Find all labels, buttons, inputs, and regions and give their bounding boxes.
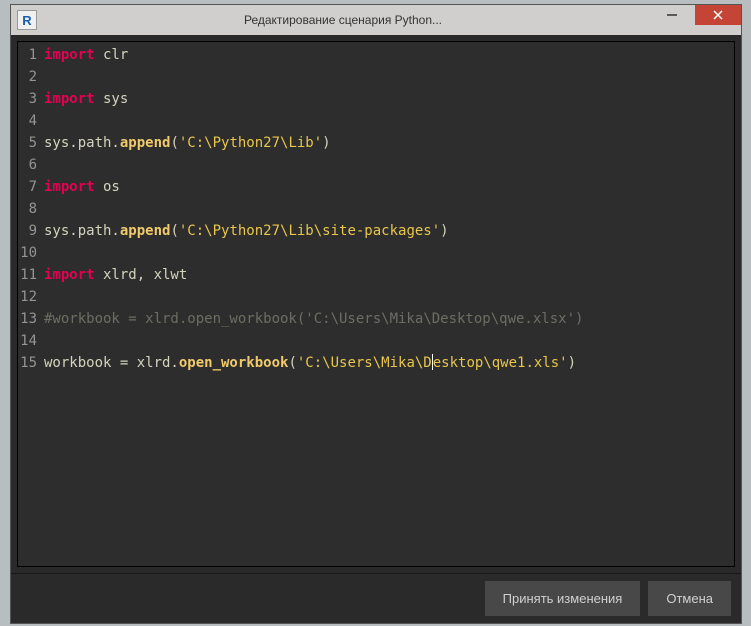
code-line[interactable]: import clr — [44, 44, 734, 66]
line-number: 9 — [18, 220, 40, 242]
app-icon: R — [17, 10, 37, 30]
code-line[interactable] — [44, 66, 734, 88]
code-line[interactable]: #workbook = xlrd.open_workbook('C:\Users… — [44, 308, 734, 330]
code-line[interactable] — [44, 242, 734, 264]
code-line[interactable]: import sys — [44, 88, 734, 110]
code-line[interactable]: workbook = xlrd.open_workbook('C:\Users\… — [44, 352, 734, 374]
line-gutter: 123456789101112131415 — [18, 42, 40, 566]
dialog-footer: Принять изменения Отмена — [11, 573, 741, 623]
line-number: 11 — [18, 264, 40, 286]
line-number: 1 — [18, 44, 40, 66]
line-number: 13 — [18, 308, 40, 330]
code-editor[interactable]: 123456789101112131415 import clr import … — [17, 41, 735, 567]
line-number: 2 — [18, 66, 40, 88]
line-number: 12 — [18, 286, 40, 308]
close-icon — [713, 10, 723, 20]
code-line[interactable]: import xlrd, xlwt — [44, 264, 734, 286]
window-buttons — [649, 5, 741, 35]
line-number: 14 — [18, 330, 40, 352]
accept-button[interactable]: Принять изменения — [485, 581, 641, 616]
close-button[interactable] — [695, 5, 741, 25]
line-number: 15 — [18, 352, 40, 374]
line-number: 5 — [18, 132, 40, 154]
editor-window: R Редактирование сценария Python... 1234… — [10, 4, 742, 624]
line-number: 4 — [18, 110, 40, 132]
code-line[interactable]: import os — [44, 176, 734, 198]
code-line[interactable] — [44, 286, 734, 308]
code-line[interactable]: sys.path.append('C:\Python27\Lib\site-pa… — [44, 220, 734, 242]
line-number: 8 — [18, 198, 40, 220]
cancel-button[interactable]: Отмена — [648, 581, 731, 616]
code-line[interactable] — [44, 330, 734, 352]
minimize-button[interactable] — [649, 5, 695, 25]
code-line[interactable]: sys.path.append('C:\Python27\Lib') — [44, 132, 734, 154]
minimize-icon — [666, 9, 678, 21]
line-number: 6 — [18, 154, 40, 176]
code-line[interactable] — [44, 110, 734, 132]
code-line[interactable] — [44, 198, 734, 220]
window-title: Редактирование сценария Python... — [37, 13, 649, 27]
line-number: 3 — [18, 88, 40, 110]
code-line[interactable] — [44, 154, 734, 176]
titlebar[interactable]: R Редактирование сценария Python... — [11, 5, 741, 35]
code-area[interactable]: import clr import sys sys.path.append('C… — [40, 42, 734, 566]
line-number: 7 — [18, 176, 40, 198]
line-number: 10 — [18, 242, 40, 264]
